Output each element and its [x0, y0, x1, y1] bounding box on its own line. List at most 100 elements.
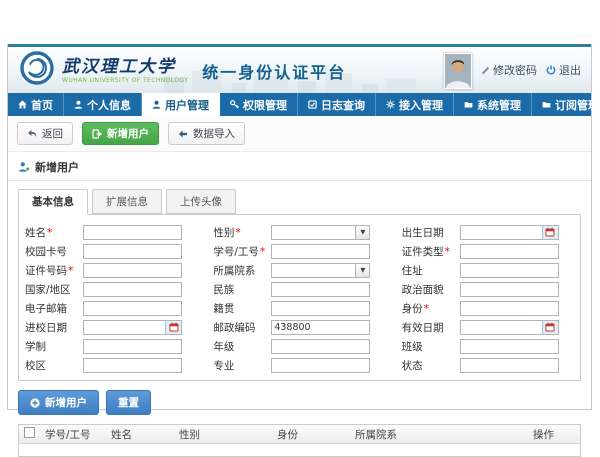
class-input[interactable]	[461, 340, 558, 353]
country-region-input	[83, 282, 182, 297]
app-window: 武汉理工大学 WUHAN UNIVERSITY OF TECHNOLOGY 统一…	[7, 44, 592, 410]
logout-link[interactable]: 退出	[546, 62, 581, 78]
field-label-valid-date: 有效日期	[402, 320, 460, 335]
add-user-submit-button[interactable]: 新增用户	[18, 390, 99, 415]
field-label-campus: 校区	[25, 358, 83, 373]
table-column-header: 学号/工号	[45, 427, 111, 442]
user-table: 学号/工号姓名性别身份所属院系操作	[18, 424, 581, 457]
form-field-birth-date: 出生日期	[402, 224, 574, 240]
calendar-icon[interactable]	[542, 226, 558, 239]
calendar-icon[interactable]	[165, 321, 181, 334]
nav-tab-permission-management[interactable]: 权限管理	[220, 93, 298, 116]
valid-date-input[interactable]	[461, 321, 542, 334]
native-place-input[interactable]	[272, 302, 369, 315]
field-label-email: 电子邮箱	[25, 301, 83, 316]
form-field-country-region: 国家/地区	[25, 281, 197, 297]
native-place-input	[271, 301, 370, 316]
student-employee-id-input	[271, 244, 370, 259]
app-header: 武汉理工大学 WUHAN UNIVERSITY OF TECHNOLOGY 统一…	[8, 44, 591, 93]
back-arrow-icon	[27, 129, 37, 139]
form-field-campus: 校区	[25, 357, 197, 373]
form-field-gender: 性别* ▼	[213, 224, 385, 240]
add-user-icon	[18, 161, 30, 173]
university-name-en: WUHAN UNIVERSITY OF TECHNOLOGY	[62, 78, 188, 84]
log-icon	[308, 100, 317, 109]
form-field-political-status: 政治面貌	[402, 281, 574, 297]
chevron-down-icon[interactable]: ▼	[355, 264, 369, 277]
name-input	[83, 225, 182, 240]
nav-tab-log-query[interactable]: 日志查询	[298, 93, 376, 116]
campus-card-no-input[interactable]	[84, 245, 181, 258]
nav-tab-subscription-management[interactable]: 订阅管理	[532, 93, 600, 116]
ethnicity-input[interactable]	[272, 283, 369, 296]
nav-tab-home[interactable]: 首页	[8, 93, 64, 116]
form-field-native-place: 籍贯	[213, 300, 385, 316]
reset-button[interactable]: 重置	[106, 390, 151, 415]
plus-circle-icon	[30, 398, 40, 408]
student-employee-id-input[interactable]	[272, 245, 369, 258]
field-label-major: 专业	[213, 358, 271, 373]
nav-tab-personal-info[interactable]: 个人信息	[64, 93, 142, 116]
field-label-native-place: 籍贯	[213, 301, 271, 316]
name-input[interactable]	[84, 226, 181, 239]
tab-extended-info[interactable]: 扩展信息	[92, 189, 162, 214]
university-logo-icon	[20, 51, 54, 89]
reset-button-label: 重置	[118, 395, 139, 410]
field-label-gender: 性别*	[213, 225, 271, 240]
select-all-checkbox[interactable]	[24, 427, 35, 438]
political-status-input[interactable]	[461, 283, 558, 296]
nav-tab-access-management[interactable]: 接入管理	[376, 93, 454, 116]
form-field-grade: 年级	[213, 338, 385, 354]
required-asterisk: *	[260, 246, 265, 258]
gender-input[interactable]	[272, 226, 355, 239]
nav-tab-label: 权限管理	[243, 97, 287, 113]
table-column-header: 所属院系	[355, 427, 533, 442]
folder-icon	[542, 100, 551, 109]
campus-input[interactable]	[84, 359, 181, 372]
nav-tab-user-management[interactable]: 用户管理	[142, 93, 220, 116]
form-field-department: 所属院系▼	[213, 262, 385, 278]
required-asterisk: *	[47, 227, 52, 239]
status-input[interactable]	[461, 359, 558, 372]
data-import-button[interactable]: 数据导入	[168, 122, 245, 145]
nav-tab-label: 用户管理	[165, 97, 209, 113]
tab-basic-info[interactable]: 基本信息	[18, 189, 88, 215]
gender-select: ▼	[271, 225, 370, 240]
folder-icon	[464, 100, 473, 109]
address-input[interactable]	[461, 264, 558, 277]
back-button[interactable]: 返回	[17, 122, 73, 145]
required-asterisk: *	[424, 303, 429, 315]
required-asterisk: *	[445, 246, 450, 258]
department-input[interactable]	[272, 264, 355, 277]
major-input[interactable]	[272, 359, 369, 372]
identity-input[interactable]	[461, 302, 558, 315]
country-region-input[interactable]	[84, 283, 181, 296]
add-user-toolbar-button[interactable]: 新增用户	[82, 122, 159, 145]
tab-upload-avatar[interactable]: 上传头像	[166, 189, 236, 214]
email-input[interactable]	[84, 302, 181, 315]
field-label-status: 状态	[402, 358, 460, 373]
chevron-down-icon[interactable]: ▼	[355, 226, 369, 239]
field-label-entry-date: 进校日期	[25, 320, 83, 335]
birth-date-input[interactable]	[461, 226, 542, 239]
nav-tab-system-management[interactable]: 系统管理	[454, 93, 532, 116]
entry-date-input[interactable]	[84, 321, 165, 334]
change-password-link[interactable]: 修改密码	[481, 62, 537, 78]
political-status-input	[460, 282, 559, 297]
postal-code-input[interactable]	[272, 321, 369, 334]
calendar-icon[interactable]	[542, 321, 558, 334]
id-type-input[interactable]	[461, 245, 558, 258]
schooling-length-input[interactable]	[84, 340, 181, 353]
form-field-ethnicity: 民族	[213, 281, 385, 297]
user-avatar[interactable]	[444, 53, 472, 89]
id-number-input[interactable]	[84, 264, 181, 277]
form-field-major: 专业	[213, 357, 385, 373]
status-input	[460, 358, 559, 373]
field-label-id-number: 证件号码*	[25, 263, 83, 278]
university-brand: 武汉理工大学 WUHAN UNIVERSITY OF TECHNOLOGY	[62, 59, 188, 84]
nav-tab-label: 首页	[31, 97, 53, 113]
field-label-birth-date: 出生日期	[402, 225, 460, 240]
grade-input[interactable]	[272, 340, 369, 353]
birth-date-date-field	[460, 225, 559, 240]
main-nav: 首页个人信息用户管理权限管理日志查询接入管理系统管理订阅管理	[8, 93, 591, 116]
